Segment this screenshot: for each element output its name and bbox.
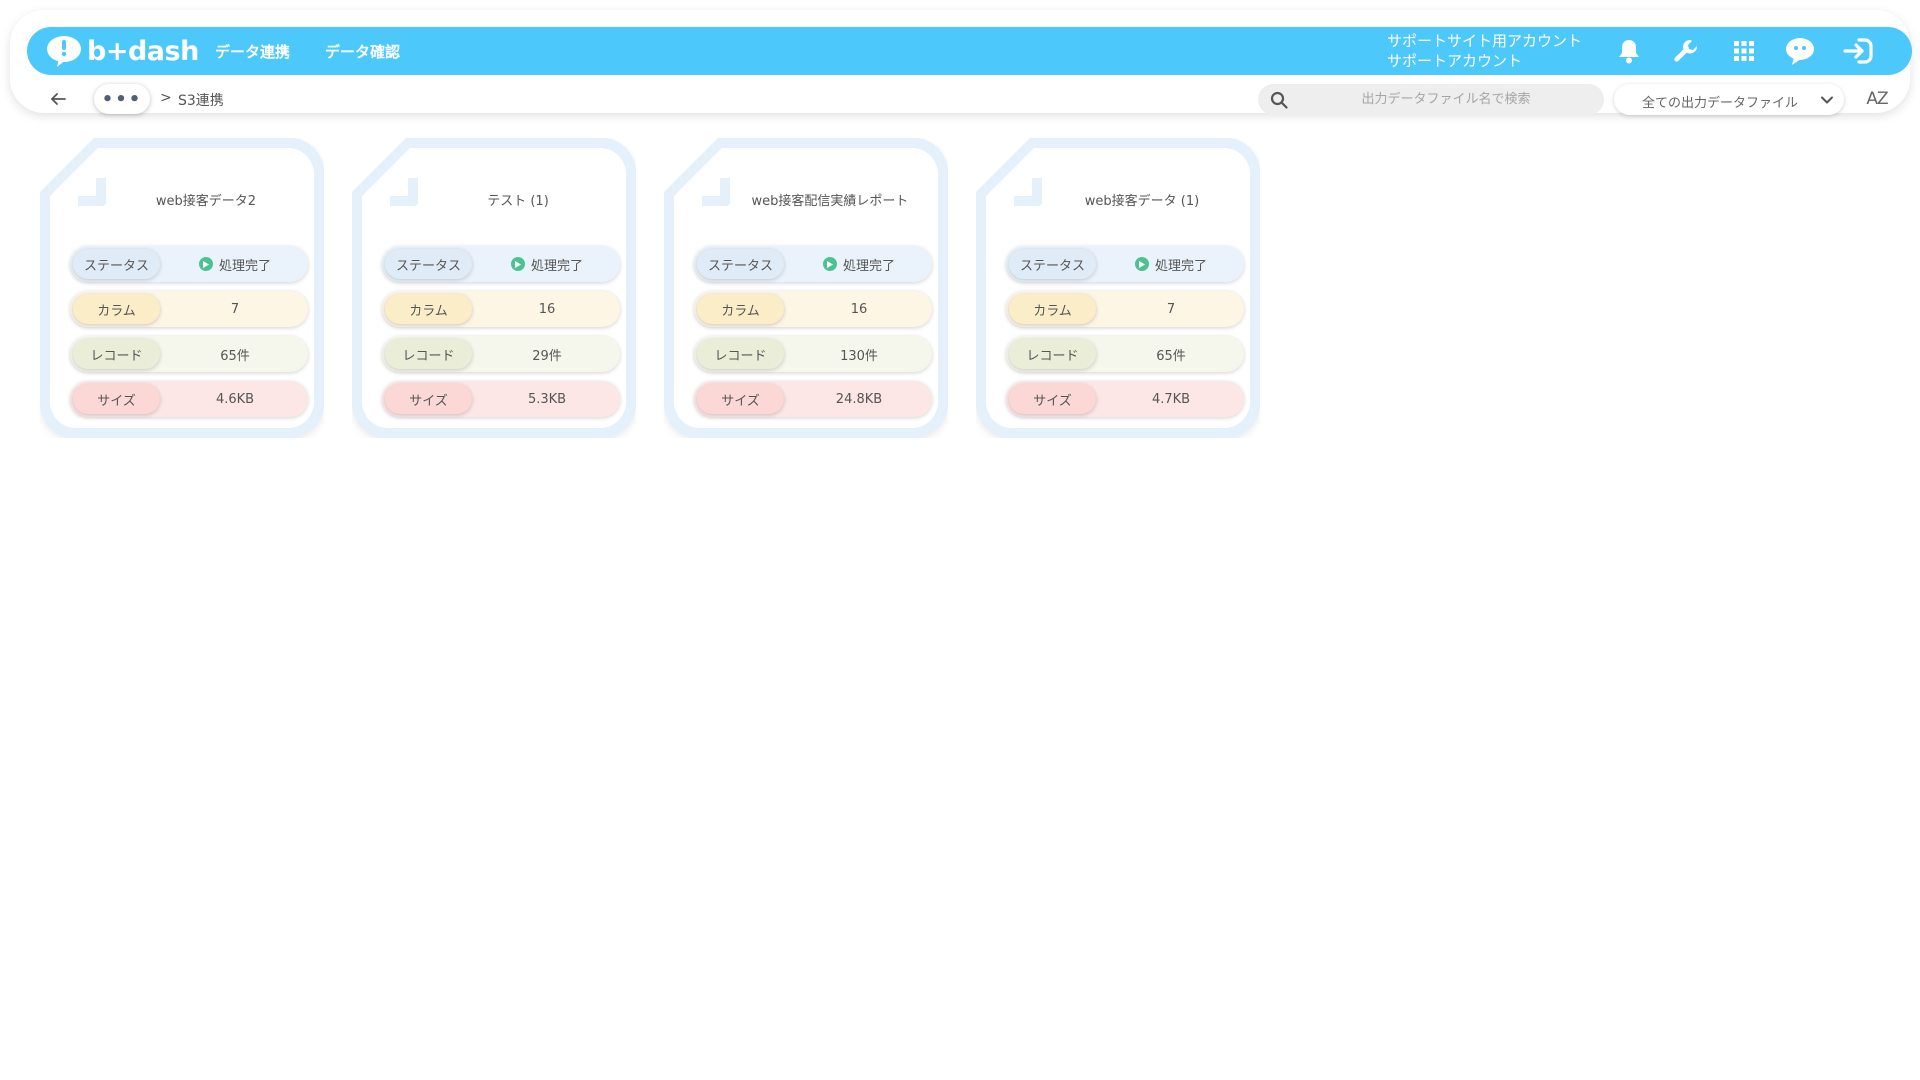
- search-icon: [1270, 91, 1288, 109]
- status-text: 処理完了: [842, 258, 895, 274]
- play-circle-icon: [822, 257, 837, 271]
- logo-text: b+dash: [87, 35, 199, 67]
- card-title: web接客データ2: [155, 194, 257, 209]
- record-row: レコード 29件: [382, 336, 620, 372]
- column-row: カラム 7: [70, 291, 308, 327]
- file-card[interactable]: web接客データ2 ステータス 処理完了 カラム 7 レコード 65件 サイズ …: [40, 138, 324, 438]
- logo[interactable]: b+dash: [45, 33, 199, 69]
- status-label: ステータス: [385, 249, 472, 279]
- file-card[interactable]: web接客データ (1) ステータス 処理完了 カラム 7 レコード 65件 サ…: [976, 138, 1260, 438]
- size-label: サイズ: [697, 384, 784, 414]
- record-label: レコード: [385, 339, 472, 369]
- card-title: web接客配信実績レポート: [751, 194, 909, 209]
- size-value: 4.7KB: [1151, 391, 1191, 407]
- file-fold-icon: [1014, 178, 1042, 206]
- column-label: カラム: [73, 294, 160, 324]
- nav-data-check[interactable]: データ確認: [325, 41, 400, 62]
- logout-icon[interactable]: [1841, 34, 1875, 68]
- status-row: ステータス 処理完了: [70, 246, 308, 282]
- file-filter-select[interactable]: 全ての出力データファイル: [1614, 84, 1844, 115]
- column-row: カラム 16: [382, 291, 620, 327]
- status-row: ステータス 処理完了: [1006, 246, 1244, 282]
- record-row: レコード 65件: [70, 336, 308, 372]
- play-circle-icon: [198, 257, 213, 271]
- size-value: 5.3KB: [527, 391, 567, 407]
- play-circle-icon: [1134, 257, 1149, 271]
- file-fold-icon: [78, 178, 106, 206]
- top-navbar: b+dash データ連携 データ確認 サポートサイト用アカウント サポートアカウ…: [27, 27, 1912, 75]
- record-row: レコード 130件: [694, 336, 932, 372]
- size-row: サイズ 5.3KB: [382, 381, 620, 417]
- header-shell: b+dash データ連携 データ確認 サポートサイト用アカウント サポートアカウ…: [10, 10, 1912, 115]
- column-label: カラム: [385, 294, 472, 324]
- apps-grid-icon[interactable]: [1727, 34, 1761, 68]
- status-value: 処理完了: [162, 246, 308, 282]
- status-value: 処理完了: [1098, 246, 1244, 282]
- account-name: サポートサイト用アカウント: [1387, 32, 1583, 50]
- status-text: 処理完了: [530, 258, 583, 274]
- file-fold-icon: [390, 178, 418, 206]
- column-value: 16: [850, 301, 868, 317]
- search-box: [1258, 84, 1604, 115]
- size-label: サイズ: [385, 384, 472, 414]
- file-card[interactable]: web接客配信実績レポート ステータス 処理完了 カラム 16 レコード 130…: [664, 138, 948, 438]
- record-label: レコード: [697, 339, 784, 369]
- size-label: サイズ: [1009, 384, 1096, 414]
- size-row: サイズ 24.8KB: [694, 381, 932, 417]
- record-value: 130件: [840, 348, 878, 364]
- column-label: カラム: [1009, 294, 1096, 324]
- size-row: サイズ 4.7KB: [1006, 381, 1244, 417]
- size-value: 24.8KB: [835, 391, 883, 407]
- chevron-down-icon: [1821, 96, 1833, 104]
- file-filter-value: 全ての出力データファイル: [1642, 96, 1799, 111]
- column-value: 16: [538, 301, 556, 317]
- card-title: web接客データ (1): [1084, 194, 1200, 209]
- status-row: ステータス 処理完了: [694, 246, 932, 282]
- card-body: web接客配信実績レポート ステータス 処理完了 カラム 16 レコード 130…: [674, 148, 938, 428]
- status-label: ステータス: [697, 249, 784, 279]
- breadcrumb-more-button[interactable]: •••: [94, 84, 150, 114]
- logo-mark-icon: [45, 34, 85, 68]
- play-circle-icon: [510, 257, 525, 271]
- mascot-icon[interactable]: [1783, 34, 1817, 68]
- card-body: web接客データ2 ステータス 処理完了 カラム 7 レコード 65件 サイズ …: [50, 148, 314, 428]
- breadcrumb-current: S3連携: [178, 93, 224, 109]
- status-text: 処理完了: [1154, 258, 1207, 274]
- nav-data-integration[interactable]: データ連携: [215, 41, 290, 62]
- account-subname: サポートアカウント: [1387, 52, 1523, 70]
- record-value: 65件: [1156, 348, 1186, 364]
- card-body: web接客データ (1) ステータス 処理完了 カラム 7 レコード 65件 サ…: [986, 148, 1250, 428]
- column-label: カラム: [697, 294, 784, 324]
- search-input[interactable]: [1298, 84, 1594, 115]
- record-row: レコード 65件: [1006, 336, 1244, 372]
- status-label: ステータス: [1009, 249, 1096, 279]
- status-row: ステータス 処理完了: [382, 246, 620, 282]
- column-row: カラム 16: [694, 291, 932, 327]
- status-value: 処理完了: [474, 246, 620, 282]
- file-fold-icon: [702, 178, 730, 206]
- record-label: レコード: [73, 339, 160, 369]
- size-value: 4.6KB: [215, 391, 255, 407]
- sort-az-button[interactable]: AZ: [1862, 86, 1892, 112]
- account-info[interactable]: サポートサイト用アカウント サポートアカウント: [1387, 31, 1582, 71]
- status-value: 処理完了: [786, 246, 932, 282]
- status-text: 処理完了: [218, 258, 271, 274]
- breadcrumb-separator: >: [160, 90, 172, 106]
- column-row: カラム 7: [1006, 291, 1244, 327]
- record-value: 29件: [532, 348, 562, 364]
- card-title: テスト (1): [487, 194, 549, 209]
- card-body: テスト (1) ステータス 処理完了 カラム 16 レコード 29件 サイズ 5…: [362, 148, 626, 428]
- size-label: サイズ: [73, 384, 160, 414]
- record-label: レコード: [1009, 339, 1096, 369]
- wrench-icon[interactable]: [1669, 34, 1703, 68]
- back-arrow-icon[interactable]: [46, 88, 70, 110]
- column-value: 7: [230, 301, 240, 317]
- file-card[interactable]: テスト (1) ステータス 処理完了 カラム 16 レコード 29件 サイズ 5…: [352, 138, 636, 438]
- size-row: サイズ 4.6KB: [70, 381, 308, 417]
- record-value: 65件: [220, 348, 250, 364]
- column-value: 7: [1166, 301, 1176, 317]
- bell-icon[interactable]: [1612, 34, 1646, 68]
- status-label: ステータス: [73, 249, 160, 279]
